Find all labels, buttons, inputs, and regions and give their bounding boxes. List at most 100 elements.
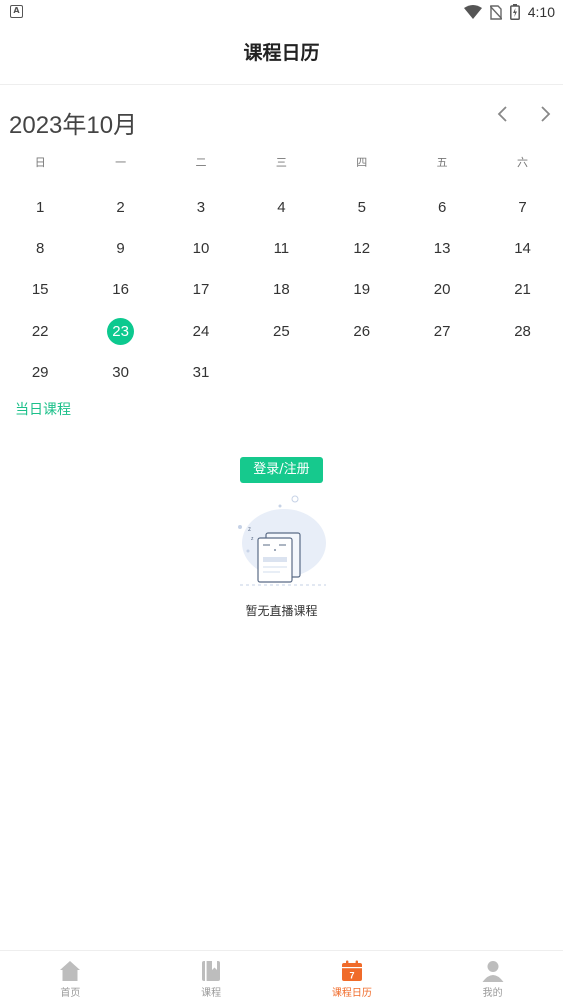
day-number: 4 [277, 199, 286, 217]
day-number: 16 [112, 281, 129, 299]
nav-profile[interactable]: 我的 [422, 951, 563, 1002]
calendar-day[interactable]: 14 [482, 228, 562, 269]
page-title: 课程日历 [243, 42, 320, 64]
day-number: 30 [112, 363, 129, 381]
battery-icon [509, 4, 520, 20]
status-bar: A 4:10 [0, 0, 563, 24]
calendar-day[interactable]: 1 [0, 187, 80, 228]
calendar-day[interactable]: 4 [241, 187, 321, 228]
day-number: 12 [353, 240, 371, 258]
chevron-right-icon[interactable] [534, 103, 556, 125]
calendar-day[interactable]: 11 [241, 228, 321, 269]
weekday-mon: 一 [115, 156, 127, 169]
day-number: 2 [116, 199, 125, 217]
today-courses-label: 当日课程 [15, 402, 71, 418]
day-number: 10 [192, 240, 210, 258]
clock-time: 4:10 [527, 4, 555, 20]
calendar-day[interactable]: 30 [80, 352, 160, 393]
day-number: 24 [192, 322, 210, 340]
day-number: 14 [514, 240, 531, 258]
calendar-day[interactable]: 5 [322, 187, 402, 228]
calendar-grid: 1 2 3 4 5 6 7 8 9 10 11 12 13 14 15 16 1… [0, 187, 563, 393]
calendar-day[interactable]: 20 [402, 269, 482, 310]
day-number: 26 [353, 322, 371, 340]
day-number: 31 [192, 363, 210, 381]
calendar-day[interactable]: 22 [0, 311, 80, 352]
bottom-nav: 首页 课程 7 课程日历 我的 [0, 950, 563, 1002]
calendar-day[interactable]: 13 [402, 228, 482, 269]
calendar-day[interactable]: 25 [241, 311, 321, 352]
weekday-sat: 六 [517, 156, 529, 169]
calendar-day-selected[interactable]: 23 [80, 311, 160, 352]
nav-home[interactable]: 首页 [0, 951, 141, 1002]
day-number: 5 [357, 199, 366, 217]
no-sim-icon [489, 4, 502, 20]
day-number: 6 [437, 199, 447, 217]
status-icons: 4:10 [463, 3, 555, 21]
day-number: 28 [514, 322, 531, 340]
day-number: 13 [433, 240, 451, 258]
day-number: 17 [192, 281, 210, 299]
nav-label: 我的 [482, 988, 503, 999]
nav-label: 首页 [60, 988, 81, 999]
nav-label: 课程日历 [331, 988, 372, 999]
chevron-left-icon[interactable] [492, 103, 514, 125]
calendar-day[interactable]: 12 [322, 228, 402, 269]
empty-message: 暂无直播课程 [245, 604, 318, 618]
calendar-day[interactable]: 21 [482, 269, 562, 310]
calendar-day[interactable]: 17 [161, 269, 241, 310]
nav-courses[interactable]: 课程 [141, 951, 282, 1002]
weekday-tue: 二 [195, 156, 207, 169]
calendar-day[interactable]: 8 [0, 228, 80, 269]
calendar-day[interactable]: 26 [322, 311, 402, 352]
calendar-day[interactable]: 18 [241, 269, 321, 310]
day-number: 18 [273, 281, 290, 299]
weekday-header: 日 一 二 三 四 五 六 [0, 154, 563, 174]
calendar-day[interactable]: 31 [161, 352, 241, 393]
weekday-sun: 日 [34, 156, 46, 169]
weekday-wed: 三 [275, 156, 287, 169]
day-number: 29 [31, 363, 49, 381]
weekday-fri: 五 [436, 156, 448, 169]
month-title: 2023年10月 [9, 112, 138, 139]
book-icon [202, 961, 221, 981]
calendar-day[interactable]: 28 [482, 311, 562, 352]
calendar-day[interactable]: 29 [0, 352, 80, 393]
calendar-day[interactable]: 15 [0, 269, 80, 310]
home-icon [60, 961, 81, 981]
day-number: 23 [107, 317, 135, 345]
month-header: 2023年10月 [0, 100, 563, 142]
calendar-day[interactable]: 27 [402, 311, 482, 352]
calendar-day[interactable]: 19 [322, 269, 402, 310]
calendar-day[interactable]: 16 [80, 269, 160, 310]
title-bar: 课程日历 [0, 24, 563, 85]
day-number: 27 [433, 322, 451, 340]
day-number: 7 [518, 199, 527, 217]
calendar-day[interactable]: 9 [80, 228, 160, 269]
login-register-button[interactable]: 登录/注册 [240, 457, 323, 483]
user-icon [482, 961, 504, 982]
day-number: 19 [353, 281, 371, 299]
weekday-thu: 四 [356, 156, 368, 169]
calendar-icon: 7 [341, 960, 362, 981]
empty-documents-illustration: z z [238, 495, 326, 586]
svg-text:7: 7 [349, 971, 354, 981]
day-number: 1 [36, 199, 45, 217]
calendar-day[interactable]: 24 [161, 311, 241, 352]
calendar-day[interactable]: 7 [482, 187, 562, 228]
day-number: 21 [514, 281, 531, 299]
day-number: 9 [116, 240, 125, 258]
nav-label: 课程 [201, 988, 222, 999]
nav-course-calendar[interactable]: 7 课程日历 [282, 951, 423, 1002]
calendar-day[interactable]: 10 [161, 228, 241, 269]
calendar-day[interactable]: 3 [161, 187, 241, 228]
day-number: 3 [196, 199, 206, 217]
wifi-icon [463, 5, 482, 19]
calendar-day[interactable]: 2 [80, 187, 160, 228]
day-number: 20 [433, 281, 451, 299]
day-number: 25 [273, 322, 290, 340]
svg-text:z: z [248, 527, 251, 533]
day-number: 15 [31, 281, 49, 299]
calendar-day[interactable]: 6 [402, 187, 482, 228]
day-number: 8 [36, 240, 45, 258]
